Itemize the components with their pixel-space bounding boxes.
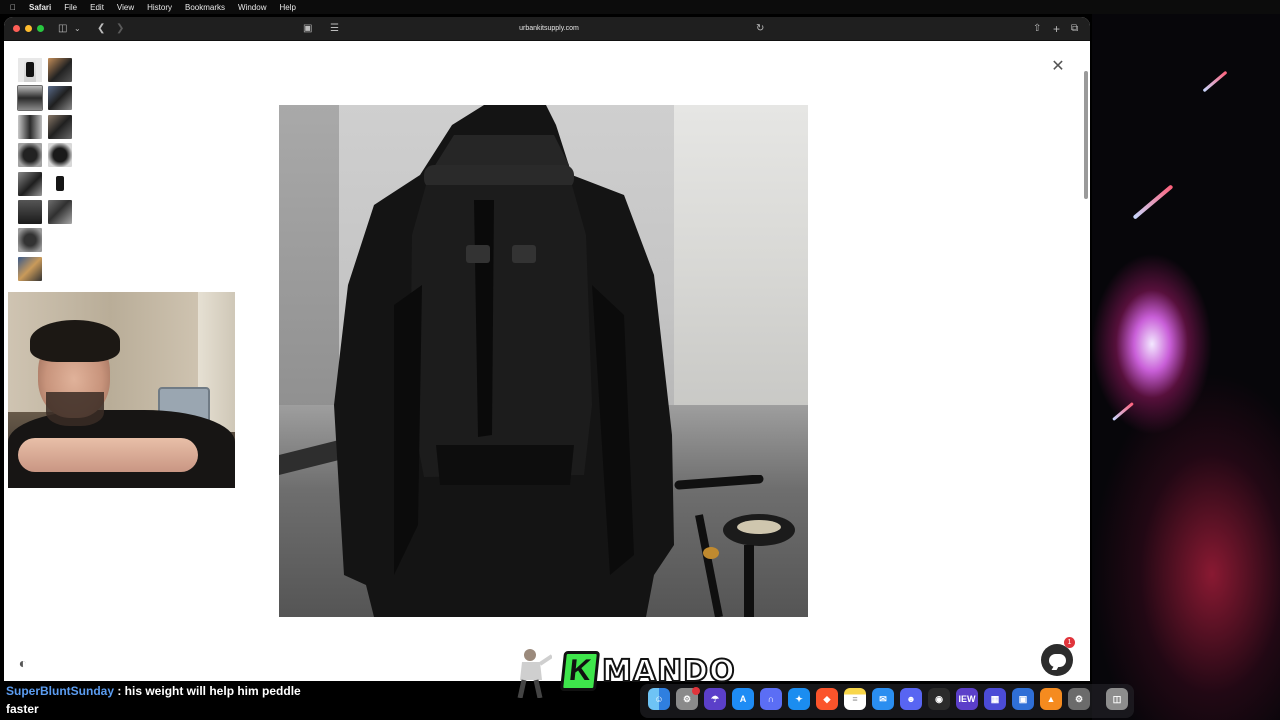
menu-edit[interactable]: Edit bbox=[90, 3, 104, 12]
gallery-thumbnail[interactable] bbox=[18, 143, 42, 167]
menu-help[interactable]: Help bbox=[279, 3, 295, 12]
page-scrollbar[interactable] bbox=[1084, 71, 1088, 199]
gallery-thumbnail[interactable] bbox=[17, 85, 43, 111]
person-with-backpack bbox=[334, 105, 674, 617]
app-store-icon[interactable]: A bbox=[732, 688, 754, 710]
apple-icon[interactable]:  bbox=[10, 3, 16, 12]
webcam-person-hair bbox=[30, 320, 120, 362]
gallery-thumbnail[interactable] bbox=[18, 228, 42, 252]
gallery-thumbnail[interactable] bbox=[18, 58, 42, 82]
chat-notification-badge: 1 bbox=[1064, 637, 1075, 648]
tab-overview-icon[interactable]: ▣ bbox=[303, 23, 312, 35]
webcam-person-arms bbox=[18, 438, 198, 472]
settings-icon[interactable]: ⚙ bbox=[1068, 688, 1090, 710]
dock-notification-badge bbox=[692, 687, 700, 695]
minimize-window-button[interactable] bbox=[25, 25, 32, 32]
gallery-thumbnail[interactable] bbox=[48, 58, 72, 82]
mail-icon[interactable]: ✉ bbox=[872, 688, 894, 710]
notes-icon[interactable]: ≡ bbox=[844, 688, 866, 710]
logo-mascot-figure bbox=[517, 649, 552, 698]
chevron-down-icon[interactable]: ⌄ bbox=[74, 23, 81, 35]
gallery-thumbnail[interactable] bbox=[18, 115, 42, 139]
image-background-wall bbox=[674, 105, 808, 405]
menu-view[interactable]: View bbox=[117, 3, 134, 12]
browser-toolbar: ◫ ⌄ ❮ ❯ ▣ ☰ urbankitsupply.com ↻ ⇧ + ⧉ bbox=[4, 17, 1090, 41]
arc-browser-icon[interactable]: ∩ bbox=[760, 688, 782, 710]
product-main-image bbox=[279, 105, 808, 617]
bicycle bbox=[674, 475, 795, 617]
menu-bookmarks[interactable]: Bookmarks bbox=[185, 3, 225, 12]
gallery-thumbnail[interactable] bbox=[18, 200, 42, 224]
reload-icon[interactable]: ↻ bbox=[756, 23, 764, 35]
chat-text-continued: faster bbox=[6, 702, 39, 716]
cookie-settings-icon[interactable]: ◐ bbox=[14, 654, 32, 672]
safari-icon[interactable]: ✦ bbox=[788, 688, 810, 710]
image-background-wall bbox=[279, 105, 339, 435]
macos-menubar:  Safari File Edit View History Bookmark… bbox=[0, 0, 1280, 14]
zoom-window-button[interactable] bbox=[37, 25, 44, 32]
back-button[interactable]: ❮ bbox=[97, 23, 105, 35]
menu-file[interactable]: File bbox=[64, 3, 77, 12]
stream-chat-message: SuperBluntSunday : his weight will help … bbox=[6, 682, 406, 718]
grid-app-icon[interactable]: ▦ bbox=[984, 688, 1006, 710]
share-icon[interactable]: ⇧ bbox=[1033, 23, 1041, 35]
sidebar-toggle-icon[interactable]: ◫ bbox=[58, 23, 67, 35]
chat-widget-button[interactable] bbox=[1041, 644, 1073, 676]
chat-bubble-icon bbox=[1048, 653, 1066, 667]
finder-icon[interactable]: ☺ bbox=[648, 688, 670, 710]
menu-history[interactable]: History bbox=[147, 3, 172, 12]
discord-icon[interactable]: ☻ bbox=[900, 688, 922, 710]
obs-icon[interactable]: ◉ bbox=[928, 688, 950, 710]
gallery-thumbnail[interactable] bbox=[48, 115, 72, 139]
new-tab-icon[interactable]: + bbox=[1053, 23, 1060, 35]
close-lightbox-button[interactable]: ✕ bbox=[1049, 58, 1067, 76]
streamer-webcam bbox=[8, 292, 235, 488]
close-window-button[interactable] bbox=[13, 25, 20, 32]
gallery-thumbnail[interactable] bbox=[48, 143, 72, 167]
trash-icon[interactable]: ◫ bbox=[1106, 688, 1128, 710]
brave-icon[interactable]: ◆ bbox=[816, 688, 838, 710]
capture-icon[interactable]: ▣ bbox=[1012, 688, 1034, 710]
menu-window[interactable]: Window bbox=[238, 3, 266, 12]
webcam-person-beard bbox=[46, 392, 104, 426]
gallery-thumbnail[interactable] bbox=[48, 200, 72, 224]
chat-text: : his weight will help him peddle bbox=[114, 684, 301, 698]
logo-k-badge: K bbox=[559, 651, 601, 691]
forward-button[interactable]: ❯ bbox=[116, 23, 124, 35]
page-settings-icon[interactable]: ☰ bbox=[330, 23, 339, 35]
gallery-thumbnail[interactable] bbox=[18, 257, 42, 281]
chat-username: SuperBluntSunday bbox=[6, 684, 115, 698]
address-bar[interactable]: urbankitsupply.com bbox=[474, 22, 624, 36]
menu-app-name[interactable]: Safari bbox=[29, 3, 51, 12]
tabs-icon[interactable]: ⧉ bbox=[1071, 23, 1078, 35]
proton-vpn-icon[interactable]: ☂ bbox=[704, 688, 726, 710]
gallery-thumbnail[interactable] bbox=[48, 172, 72, 196]
vlc-icon[interactable]: ▲ bbox=[1040, 688, 1062, 710]
desktop-wallpaper bbox=[1092, 14, 1280, 720]
gallery-thumbnail[interactable] bbox=[18, 172, 42, 196]
gallery-thumbnail[interactable] bbox=[48, 86, 72, 110]
iew-icon[interactable]: IEW bbox=[956, 688, 978, 710]
